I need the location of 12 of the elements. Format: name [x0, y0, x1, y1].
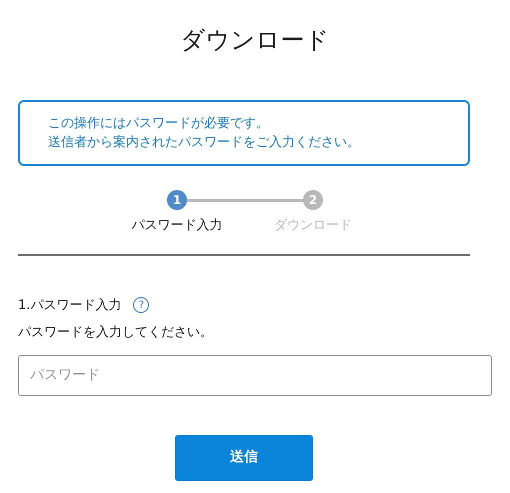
- step-number: 2: [303, 190, 323, 210]
- submit-button[interactable]: 送信: [175, 434, 313, 480]
- step-label: ダウンロード: [274, 217, 352, 235]
- password-field[interactable]: パスワード: [18, 354, 492, 396]
- section-heading: 1.パスワード入力: [18, 296, 122, 314]
- page-title: ダウンロード: [180, 25, 330, 56]
- notice-text: この操作にはパスワードが必要です。: [48, 115, 270, 133]
- step-number: 1: [167, 190, 187, 210]
- instruction-text: パスワードを入力してください。: [18, 324, 214, 342]
- notice-text: 送信者から案内されたパスワードをご入力ください。: [48, 134, 361, 152]
- step-label: パスワード入力: [132, 217, 222, 235]
- help-icon[interactable]: ?: [133, 297, 150, 314]
